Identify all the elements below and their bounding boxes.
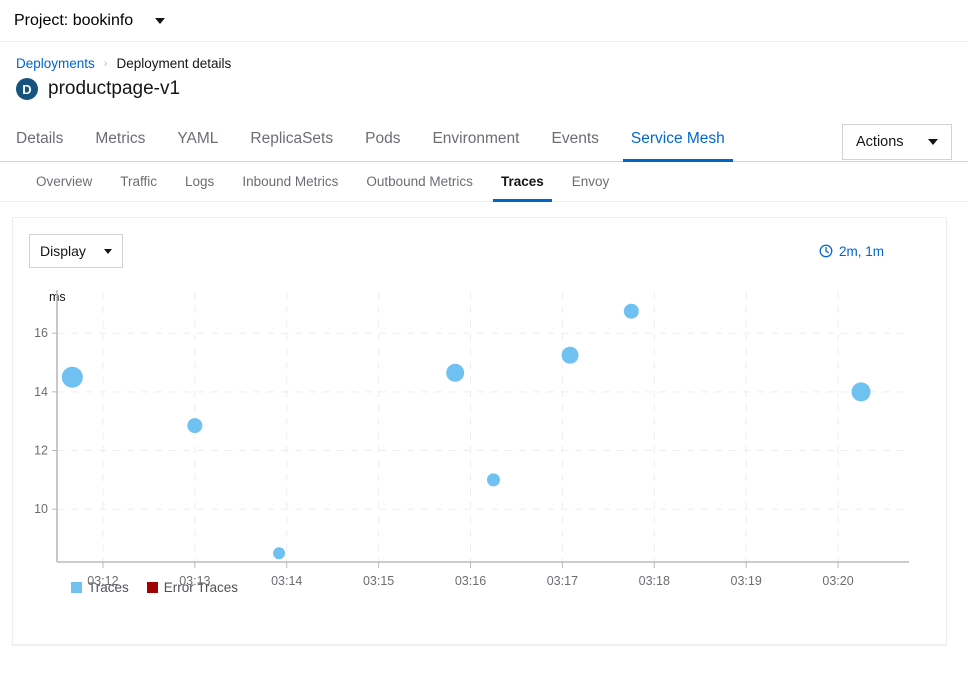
subtab-label: Traffic bbox=[120, 174, 157, 189]
svg-text:03:18: 03:18 bbox=[639, 574, 670, 588]
svg-text:03:16: 03:16 bbox=[455, 574, 486, 588]
subtab-traces[interactable]: Traces bbox=[487, 161, 558, 201]
svg-text:03:20: 03:20 bbox=[822, 574, 853, 588]
project-selector[interactable]: Project: bookinfo bbox=[14, 12, 165, 30]
svg-text:16: 16 bbox=[34, 326, 48, 340]
svg-text:12: 12 bbox=[34, 444, 48, 458]
subtab-label: Overview bbox=[36, 174, 92, 189]
tab-label: Metrics bbox=[95, 130, 145, 148]
subtab-label: Inbound Metrics bbox=[242, 174, 338, 189]
subtab-outbound-metrics[interactable]: Outbound Metrics bbox=[352, 161, 487, 201]
breadcrumb: Deployments › Deployment details bbox=[16, 56, 952, 71]
tab-events[interactable]: Events bbox=[535, 117, 614, 161]
subtab-label: Outbound Metrics bbox=[366, 174, 473, 189]
traces-card: Display 2m, 1m ms 1012141603:120 bbox=[12, 217, 947, 645]
svg-text:03:17: 03:17 bbox=[547, 574, 578, 588]
tab-pods[interactable]: Pods bbox=[349, 117, 416, 161]
content-area: Display 2m, 1m ms 1012141603:120 bbox=[0, 202, 968, 660]
subtab-overview[interactable]: Overview bbox=[22, 161, 106, 201]
subtab-label: Traces bbox=[501, 174, 544, 189]
actions-button-label: Actions bbox=[856, 134, 904, 150]
tab-label: Details bbox=[16, 130, 63, 148]
chart-toolbar: Display 2m, 1m bbox=[29, 234, 930, 268]
clock-icon bbox=[819, 244, 833, 258]
actions-button[interactable]: Actions bbox=[842, 124, 952, 160]
chart-svg: 10 12 14 16 03:12 03:13 03:14 03:15 03:16 03:17 03… bbox=[29, 290, 909, 590]
project-selector-label: Project: bookinfo bbox=[14, 12, 133, 30]
chart-plot-area[interactable]: 1012141603:1203:1303:1403:1503:1603:1703… bbox=[29, 290, 909, 570]
time-range-label: 2m, 1m bbox=[839, 244, 884, 259]
tab-label: Environment bbox=[432, 130, 519, 148]
tab-details[interactable]: Details bbox=[16, 117, 79, 161]
chevron-down-icon bbox=[104, 249, 112, 254]
subtab-traffic[interactable]: Traffic bbox=[106, 161, 171, 201]
primary-tabs: Details Metrics YAML ReplicaSets Pods En… bbox=[0, 118, 968, 162]
project-bar: Project: bookinfo bbox=[0, 0, 968, 42]
tab-replicasets[interactable]: ReplicaSets bbox=[234, 117, 349, 161]
page-title: productpage-v1 bbox=[48, 78, 180, 100]
breadcrumb-link-deployments[interactable]: Deployments bbox=[16, 56, 95, 71]
tab-label: Service Mesh bbox=[631, 130, 725, 148]
tab-yaml[interactable]: YAML bbox=[161, 117, 234, 161]
tab-environment[interactable]: Environment bbox=[416, 117, 535, 161]
display-dropdown-label: Display bbox=[40, 243, 86, 259]
tab-label: YAML bbox=[177, 130, 218, 148]
svg-text:03:19: 03:19 bbox=[731, 574, 762, 588]
display-dropdown[interactable]: Display bbox=[29, 234, 123, 268]
svg-text:10: 10 bbox=[34, 502, 48, 516]
traces-scatter-chart: ms 1012141603:1203:1303:1403:1503:1603:1… bbox=[29, 290, 930, 570]
subtab-logs[interactable]: Logs bbox=[171, 161, 228, 201]
subtab-inbound-metrics[interactable]: Inbound Metrics bbox=[228, 161, 352, 201]
tab-label: ReplicaSets bbox=[250, 130, 333, 148]
subtab-label: Envoy bbox=[572, 174, 610, 189]
app-page: Project: bookinfo Deployments › Deployme… bbox=[0, 0, 968, 692]
breadcrumb-separator-icon: › bbox=[104, 58, 108, 70]
subtab-label: Logs bbox=[185, 174, 214, 189]
svg-text:14: 14 bbox=[34, 385, 48, 399]
subtab-envoy[interactable]: Envoy bbox=[558, 161, 624, 201]
svg-text:03:12: 03:12 bbox=[87, 574, 118, 588]
svg-text:03:14: 03:14 bbox=[271, 574, 302, 588]
svg-text:03:13: 03:13 bbox=[179, 574, 210, 588]
tab-metrics[interactable]: Metrics bbox=[79, 117, 161, 161]
tab-service-mesh[interactable]: Service Mesh bbox=[615, 117, 741, 161]
breadcrumb-current: Deployment details bbox=[116, 56, 231, 71]
page-header: Deployments › Deployment details D produ… bbox=[0, 42, 968, 100]
tab-label: Pods bbox=[365, 130, 400, 148]
secondary-tabs: Overview Traffic Logs Inbound Metrics Ou… bbox=[0, 162, 968, 202]
title-row: D productpage-v1 bbox=[16, 78, 952, 100]
deployment-badge-icon: D bbox=[16, 78, 38, 100]
chevron-down-icon bbox=[928, 139, 938, 145]
tab-label: Events bbox=[551, 130, 598, 148]
time-range-selector[interactable]: 2m, 1m bbox=[819, 244, 884, 259]
svg-text:03:15: 03:15 bbox=[363, 574, 394, 588]
chevron-down-icon bbox=[155, 18, 165, 24]
